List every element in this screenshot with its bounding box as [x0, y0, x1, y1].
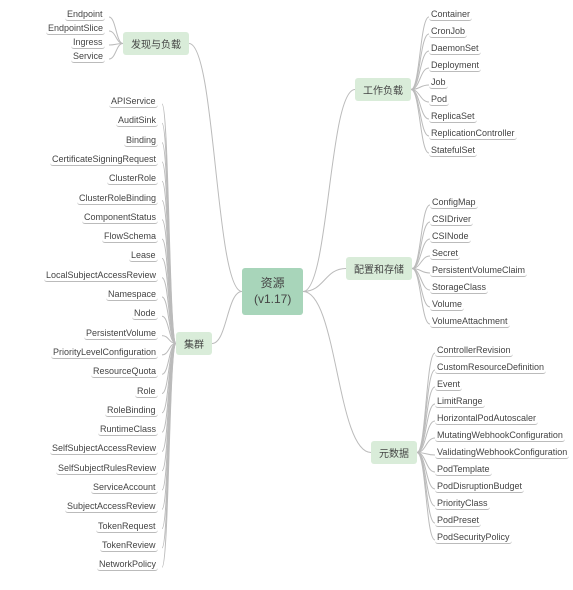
- leaf-item: SelfSubjectRulesReview: [56, 462, 158, 475]
- branch-workload: 工作负载: [355, 78, 411, 101]
- branch-cluster: 集群: [176, 332, 212, 355]
- leaf-item: Secret: [430, 247, 460, 260]
- leaf-item: ClusterRoleBinding: [77, 192, 158, 205]
- leaf-item: CertificateSigningRequest: [50, 153, 158, 166]
- root-node: 资源 (v1.17): [242, 268, 303, 315]
- leaf-item: SubjectAccessReview: [65, 500, 158, 513]
- leaf-item: ControllerRevision: [435, 344, 513, 357]
- leaf-item: StorageClass: [430, 281, 488, 294]
- leaf-item: Endpoint: [65, 8, 105, 21]
- leaf-item: RuntimeClass: [98, 423, 158, 436]
- leaf-item: EndpointSlice: [46, 22, 105, 35]
- leaf-item: StatefulSet: [429, 144, 477, 157]
- leaf-item: Pod: [429, 93, 449, 106]
- leaf-item: SelfSubjectAccessReview: [50, 442, 158, 455]
- leaf-item: Ingress: [71, 36, 105, 49]
- leaf-item: TokenRequest: [96, 520, 158, 533]
- leaf-item: ConfigMap: [430, 196, 478, 209]
- leaf-item: PodPreset: [435, 514, 481, 527]
- leaf-item: CSINode: [430, 230, 471, 243]
- leaf-item: VolumeAttachment: [430, 315, 510, 328]
- leaf-item: HorizontalPodAutoscaler: [435, 412, 538, 425]
- leaf-item: MutatingWebhookConfiguration: [435, 429, 565, 442]
- leaf-item: Node: [132, 307, 158, 320]
- leaf-item: ServiceAccount: [91, 481, 158, 494]
- leaf-item: ReplicaSet: [429, 110, 477, 123]
- leaf-item: LimitRange: [435, 395, 485, 408]
- leaf-item: PersistentVolume: [84, 327, 158, 340]
- leaf-item: Volume: [430, 298, 464, 311]
- leaf-item: APIService: [109, 95, 158, 108]
- leaf-item: FlowSchema: [102, 230, 158, 243]
- leaf-item: AuditSink: [116, 114, 158, 127]
- leaf-item: CronJob: [429, 25, 467, 38]
- leaf-item: Container: [429, 8, 472, 21]
- leaf-item: DaemonSet: [429, 42, 481, 55]
- leaf-item: ClusterRole: [107, 172, 158, 185]
- leaf-item: Deployment: [429, 59, 481, 72]
- leaf-item: LocalSubjectAccessReview: [44, 269, 158, 282]
- leaf-item: Event: [435, 378, 462, 391]
- leaf-item: ComponentStatus: [82, 211, 158, 224]
- root-title: 资源: [254, 276, 291, 292]
- root-version: (v1.17): [254, 292, 291, 308]
- branch-metadata: 元数据: [371, 441, 417, 464]
- leaf-item: ReplicationController: [429, 127, 517, 140]
- branch-discovery: 发现与负载: [123, 32, 189, 55]
- leaf-item: PodSecurityPolicy: [435, 531, 512, 544]
- leaf-item: Role: [135, 385, 158, 398]
- leaf-item: PriorityLevelConfiguration: [51, 346, 158, 359]
- leaf-item: NetworkPolicy: [97, 558, 158, 571]
- leaf-item: PersistentVolumeClaim: [430, 264, 527, 277]
- leaf-item: Namespace: [106, 288, 158, 301]
- leaf-item: PodDisruptionBudget: [435, 480, 524, 493]
- leaf-item: ValidatingWebhookConfiguration: [435, 446, 569, 459]
- leaf-item: Binding: [124, 134, 158, 147]
- leaf-item: Job: [429, 76, 448, 89]
- leaf-item: CustomResourceDefinition: [435, 361, 546, 374]
- leaf-item: RoleBinding: [105, 404, 158, 417]
- leaf-item: ResourceQuota: [91, 365, 158, 378]
- leaf-item: PriorityClass: [435, 497, 490, 510]
- leaf-item: TokenReview: [100, 539, 158, 552]
- leaf-item: Lease: [129, 249, 158, 262]
- leaf-item: CSIDriver: [430, 213, 473, 226]
- branch-config: 配置和存储: [346, 257, 412, 280]
- leaf-item: Service: [71, 50, 105, 63]
- leaf-item: PodTemplate: [435, 463, 492, 476]
